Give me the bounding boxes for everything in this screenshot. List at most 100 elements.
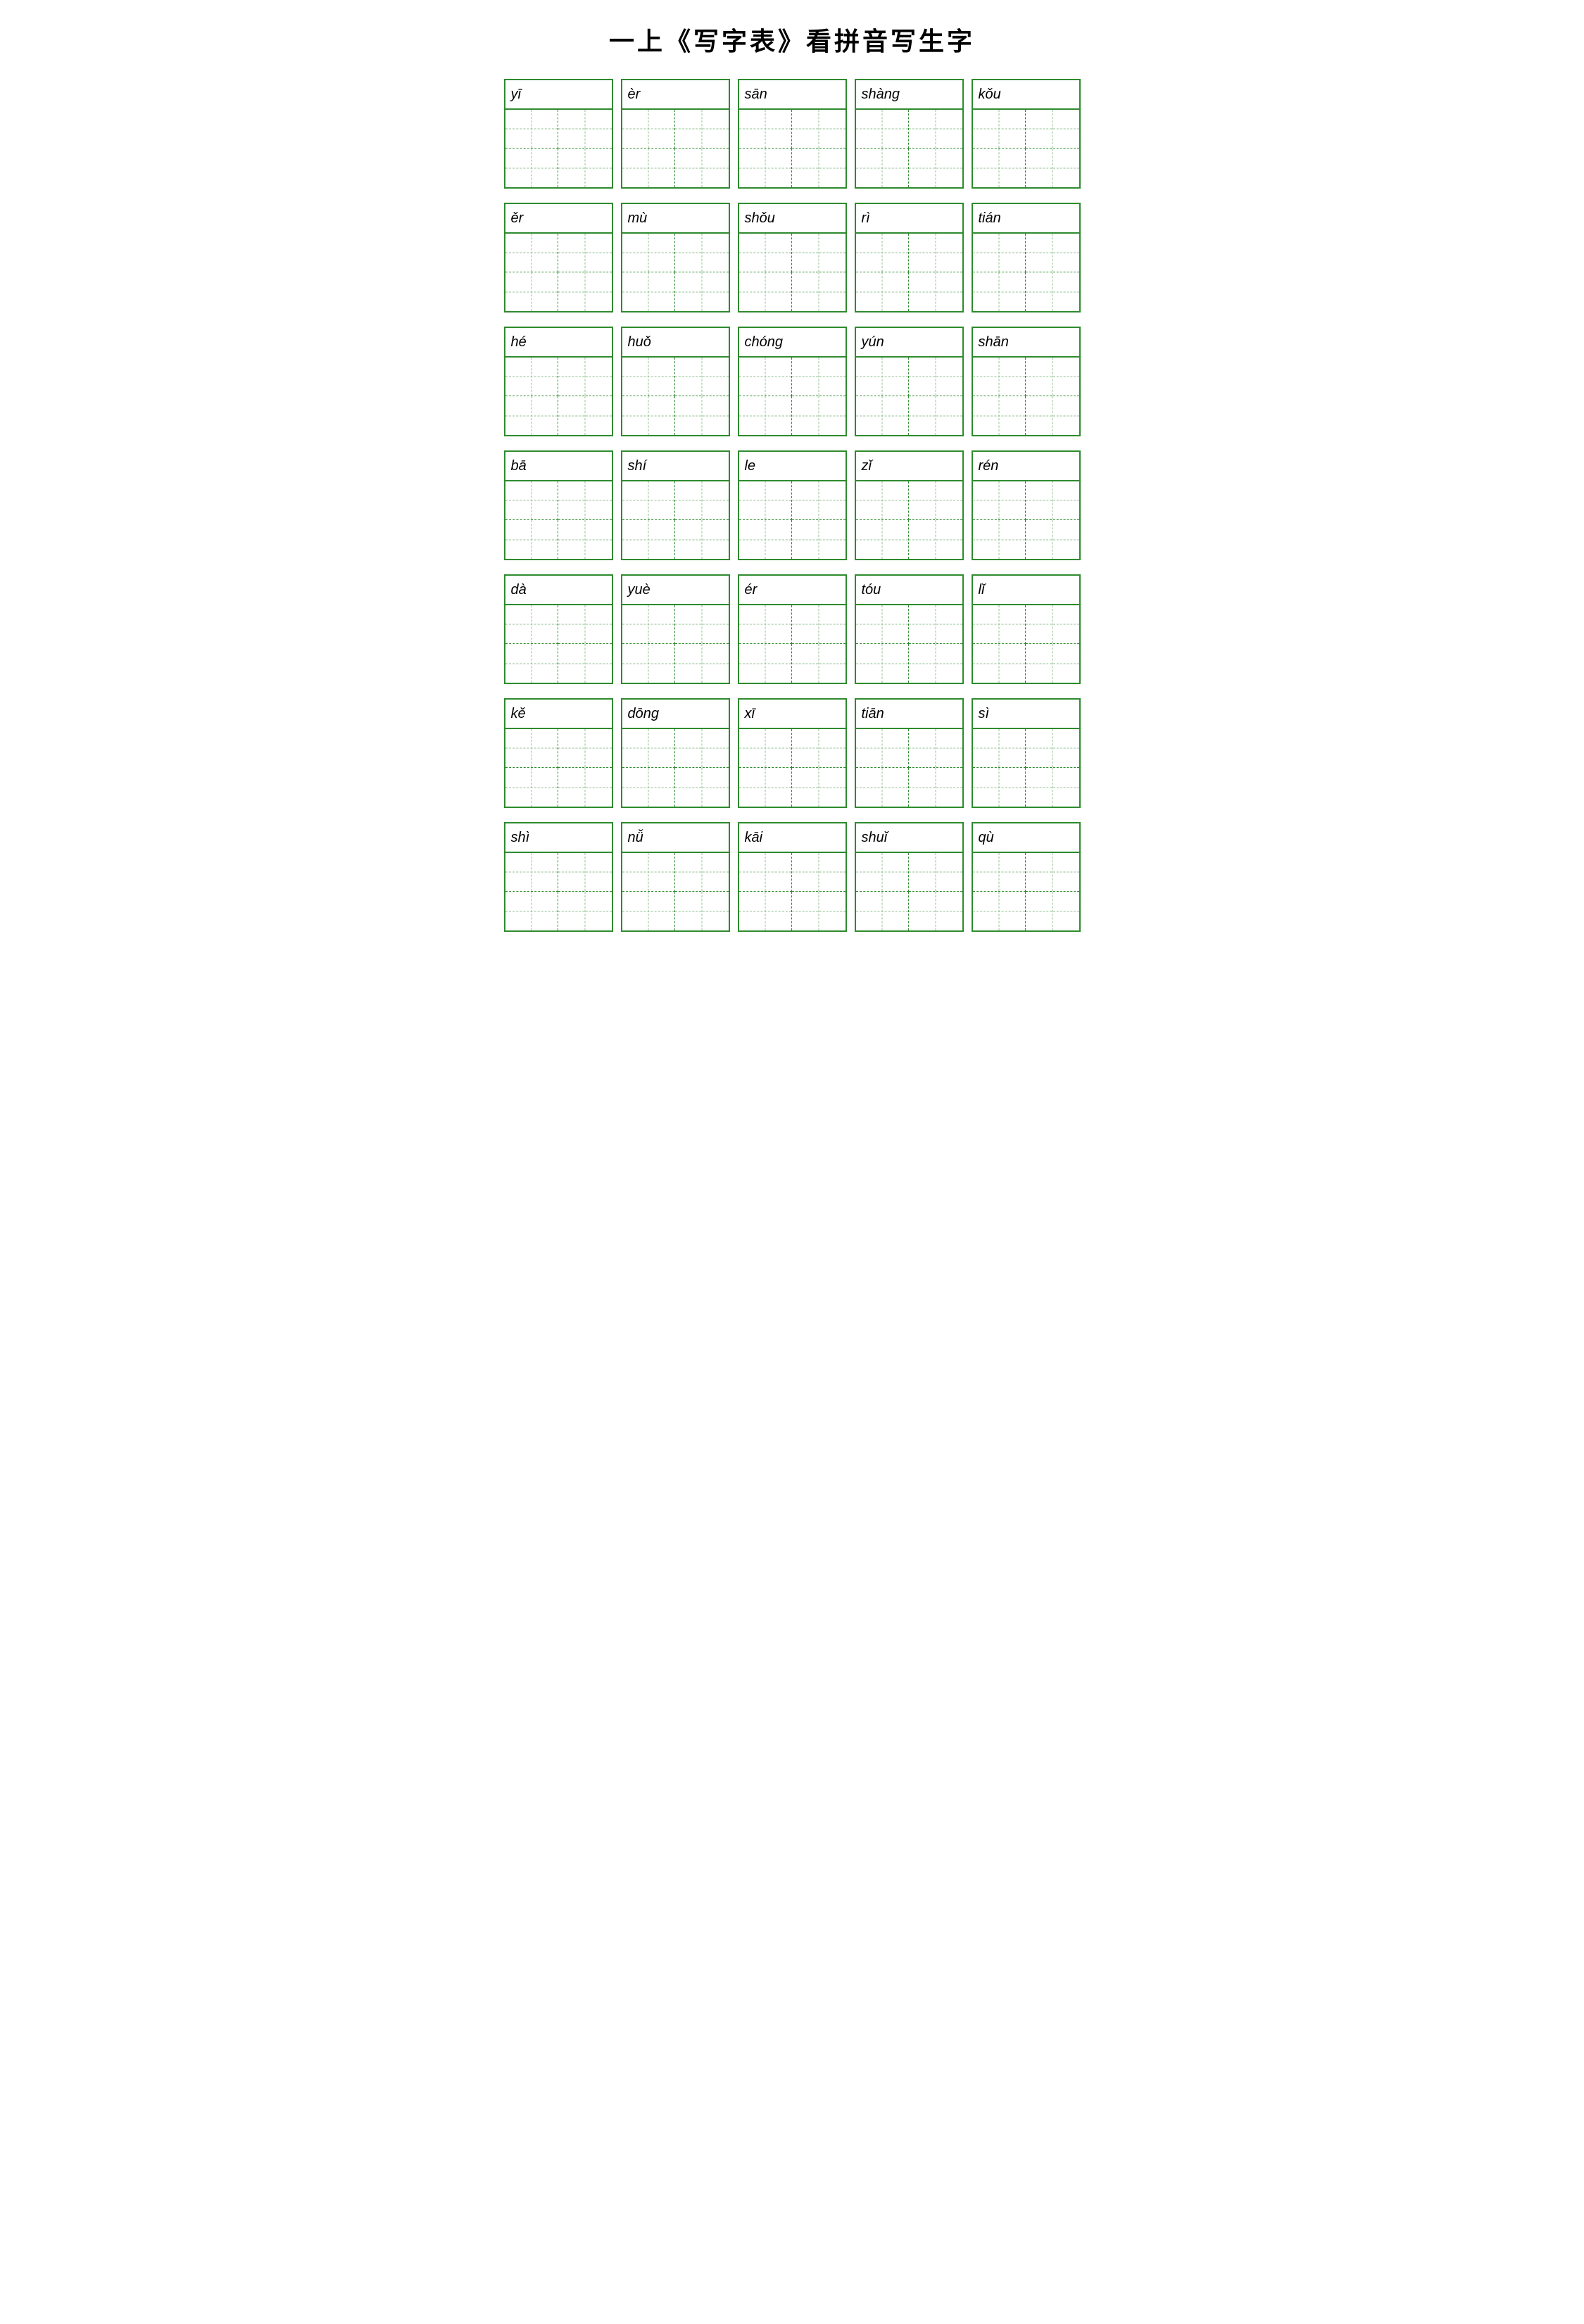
writing-cell xyxy=(973,481,1026,520)
pinyin-label: shān xyxy=(973,328,1079,358)
char-box-6-4: qù xyxy=(972,822,1081,932)
writing-cell xyxy=(622,729,676,768)
writing-cell xyxy=(622,853,676,892)
page-title: 一上《写字表》看拼音写生字 xyxy=(503,21,1081,58)
writing-cell xyxy=(973,272,1026,311)
writing-cell xyxy=(739,481,793,520)
char-box-6-0: shì xyxy=(504,822,613,932)
writing-cell xyxy=(909,272,962,311)
writing-grid xyxy=(973,358,1079,435)
writing-cell xyxy=(973,605,1026,644)
writing-cell xyxy=(622,272,676,311)
pinyin-label: tiān xyxy=(856,700,962,729)
writing-cell xyxy=(739,272,793,311)
writing-cell xyxy=(739,605,793,644)
writing-cell xyxy=(558,768,612,807)
writing-cell xyxy=(505,234,559,272)
writing-cell xyxy=(739,149,793,187)
grid-row-4: bāshílezǐrén xyxy=(503,450,1081,560)
pinyin-label: hé xyxy=(505,328,612,358)
writing-grid xyxy=(505,729,612,807)
writing-cell xyxy=(675,110,729,149)
grid-row-3: héhuǒ chóng yúnshān xyxy=(503,327,1081,436)
char-box-1-1: mù xyxy=(621,203,730,312)
writing-cell xyxy=(1026,481,1079,520)
writing-cell xyxy=(622,768,676,807)
writing-cell xyxy=(558,234,612,272)
writing-cell xyxy=(856,768,910,807)
writing-cell xyxy=(792,729,846,768)
writing-cell xyxy=(739,234,793,272)
writing-cell xyxy=(792,768,846,807)
writing-cell xyxy=(622,396,676,435)
writing-cell xyxy=(558,396,612,435)
writing-grid xyxy=(973,605,1079,683)
pinyin-label: kǒu xyxy=(973,80,1079,110)
writing-cell xyxy=(622,149,676,187)
writing-cell xyxy=(909,605,962,644)
writing-cell xyxy=(973,644,1026,683)
char-box-5-1: dōng xyxy=(621,698,730,808)
writing-grid xyxy=(739,605,846,683)
writing-cell xyxy=(856,481,910,520)
pinyin-label: le xyxy=(739,452,846,481)
writing-cell xyxy=(973,520,1026,559)
grid-row-2: ěrmùshǒurìtián xyxy=(503,203,1081,312)
char-box-2-4: shān xyxy=(972,327,1081,436)
writing-cell xyxy=(558,892,612,930)
writing-cell xyxy=(792,520,846,559)
writing-cell xyxy=(856,892,910,930)
writing-cell xyxy=(622,605,676,644)
writing-cell xyxy=(856,729,910,768)
writing-cell xyxy=(856,644,910,683)
writing-cell xyxy=(558,644,612,683)
pinyin-label: huǒ xyxy=(622,328,729,358)
writing-cell xyxy=(909,358,962,396)
pinyin-label: kě xyxy=(505,700,612,729)
char-box-4-0: dà xyxy=(504,574,613,684)
char-box-1-2: shǒu xyxy=(738,203,847,312)
writing-cell xyxy=(909,110,962,149)
writing-grid xyxy=(739,358,846,435)
pinyin-label: dōng xyxy=(622,700,729,729)
pinyin-label: yuè xyxy=(622,576,729,605)
writing-cell xyxy=(505,892,559,930)
char-box-0-0: yī xyxy=(504,79,613,189)
char-box-2-2: chóng xyxy=(738,327,847,436)
writing-cell xyxy=(505,729,559,768)
char-box-4-2: ér xyxy=(738,574,847,684)
writing-grid xyxy=(973,729,1079,807)
writing-cell xyxy=(622,892,676,930)
writing-grid xyxy=(622,110,729,187)
char-box-0-1: èr xyxy=(621,79,730,189)
writing-grid xyxy=(505,234,612,311)
grid-row-7: shìnǚkāishuǐqù xyxy=(503,822,1081,932)
writing-cell xyxy=(1026,853,1079,892)
pinyin-label: shǒu xyxy=(739,204,846,234)
writing-cell xyxy=(505,605,559,644)
writing-grid xyxy=(505,853,612,930)
writing-cell xyxy=(973,234,1026,272)
writing-grid xyxy=(622,605,729,683)
char-box-2-1: huǒ xyxy=(621,327,730,436)
pinyin-label: tóu xyxy=(856,576,962,605)
writing-cell xyxy=(856,234,910,272)
writing-cell xyxy=(558,358,612,396)
writing-cell xyxy=(973,729,1026,768)
writing-grid xyxy=(622,481,729,559)
writing-cell xyxy=(792,358,846,396)
writing-cell xyxy=(1026,644,1079,683)
writing-cell xyxy=(675,358,729,396)
writing-cell xyxy=(909,149,962,187)
pinyin-label: nǚ xyxy=(622,823,729,853)
pinyin-label: qù xyxy=(973,823,1079,853)
char-box-1-4: tián xyxy=(972,203,1081,312)
pinyin-label: ěr xyxy=(505,204,612,234)
writing-cell xyxy=(675,481,729,520)
pinyin-label: yún xyxy=(856,328,962,358)
writing-grid xyxy=(856,358,962,435)
writing-cell xyxy=(739,520,793,559)
writing-cell xyxy=(622,110,676,149)
pinyin-label: zǐ xyxy=(856,452,962,481)
writing-cell xyxy=(1026,358,1079,396)
